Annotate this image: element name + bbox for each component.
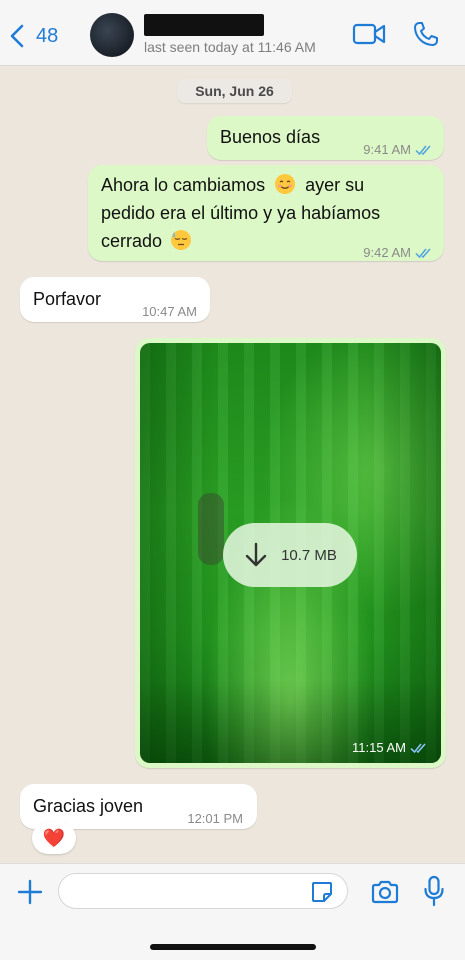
message-line: cerrado	[101, 227, 192, 255]
message-meta: 10:47 AM	[142, 298, 197, 326]
message-text: pedido era el último y ya habíamos	[101, 203, 381, 223]
plus-icon[interactable]	[16, 878, 44, 906]
image-preview[interactable]: 10.7 MB 11:15 AM	[140, 343, 441, 763]
message-time: 9:41 AM	[363, 142, 411, 157]
microphone-icon[interactable]	[423, 875, 445, 907]
message-time: 10:47 AM	[142, 304, 197, 319]
sleepy-face-emoji	[171, 230, 192, 250]
message-text: ayer su	[305, 175, 365, 195]
chat-area[interactable]: Sun, Jun 26 Buenos días 9:41 AM Ahora lo…	[0, 66, 465, 863]
message-meta: 9:42 AM	[363, 239, 434, 267]
message-time: 9:42 AM	[363, 245, 411, 260]
download-arrow-icon	[245, 542, 267, 567]
message-text: Porfavor	[33, 289, 102, 309]
message-time: 11:15 AM	[352, 740, 406, 755]
message-time: 12:01 PM	[187, 811, 243, 826]
message-bubble-incoming[interactable]: Porfavor 10:47 AM	[20, 277, 210, 322]
image-message[interactable]: 10.7 MB 11:15 AM	[135, 338, 446, 768]
message-input[interactable]	[58, 873, 348, 909]
heart-icon: ❤️	[42, 827, 66, 848]
message-bubble-outgoing[interactable]: Ahora lo cambiamos ayer su pedido era el…	[88, 165, 444, 261]
message-text: Gracias joven	[33, 796, 144, 816]
message-text: Buenos días	[220, 127, 321, 147]
read-ticks-icon	[415, 145, 431, 156]
message-text: Ahora lo cambiamos	[101, 175, 266, 195]
download-size: 10.7 MB	[281, 546, 337, 564]
message-meta: 12:01 PM	[187, 805, 243, 833]
video-call-icon[interactable]	[352, 21, 386, 47]
sticker-icon[interactable]	[310, 880, 334, 904]
download-button[interactable]: 10.7 MB	[223, 523, 357, 587]
unread-count: 48	[36, 24, 59, 47]
camera-icon[interactable]	[370, 879, 400, 905]
back-button[interactable]: 48	[8, 20, 58, 52]
date-chip: Sun, Jun 26	[177, 79, 292, 103]
message-text: cerrado	[101, 231, 163, 251]
phone-icon[interactable]	[412, 20, 440, 48]
message-meta: 9:41 AM	[363, 136, 434, 164]
message-bubble-outgoing[interactable]: Buenos días 9:41 AM	[207, 116, 444, 160]
message-composer	[0, 863, 465, 960]
contact-name-redacted[interactable]	[144, 14, 264, 36]
read-ticks-icon	[410, 743, 426, 753]
chat-header: 48 last seen today at 11:46 AM	[0, 0, 465, 66]
home-indicator	[150, 944, 316, 950]
smiling-face-emoji	[275, 174, 296, 194]
read-ticks-icon	[415, 248, 431, 259]
message-meta: 11:15 AM	[352, 740, 429, 755]
heart-reaction[interactable]: ❤️	[32, 822, 76, 854]
last-seen-status: last seen today at 11:46 AM	[144, 39, 316, 55]
avatar[interactable]	[90, 13, 134, 57]
message-line: Ahora lo cambiamos ayer su	[101, 171, 364, 199]
chevron-left-icon	[10, 24, 24, 48]
